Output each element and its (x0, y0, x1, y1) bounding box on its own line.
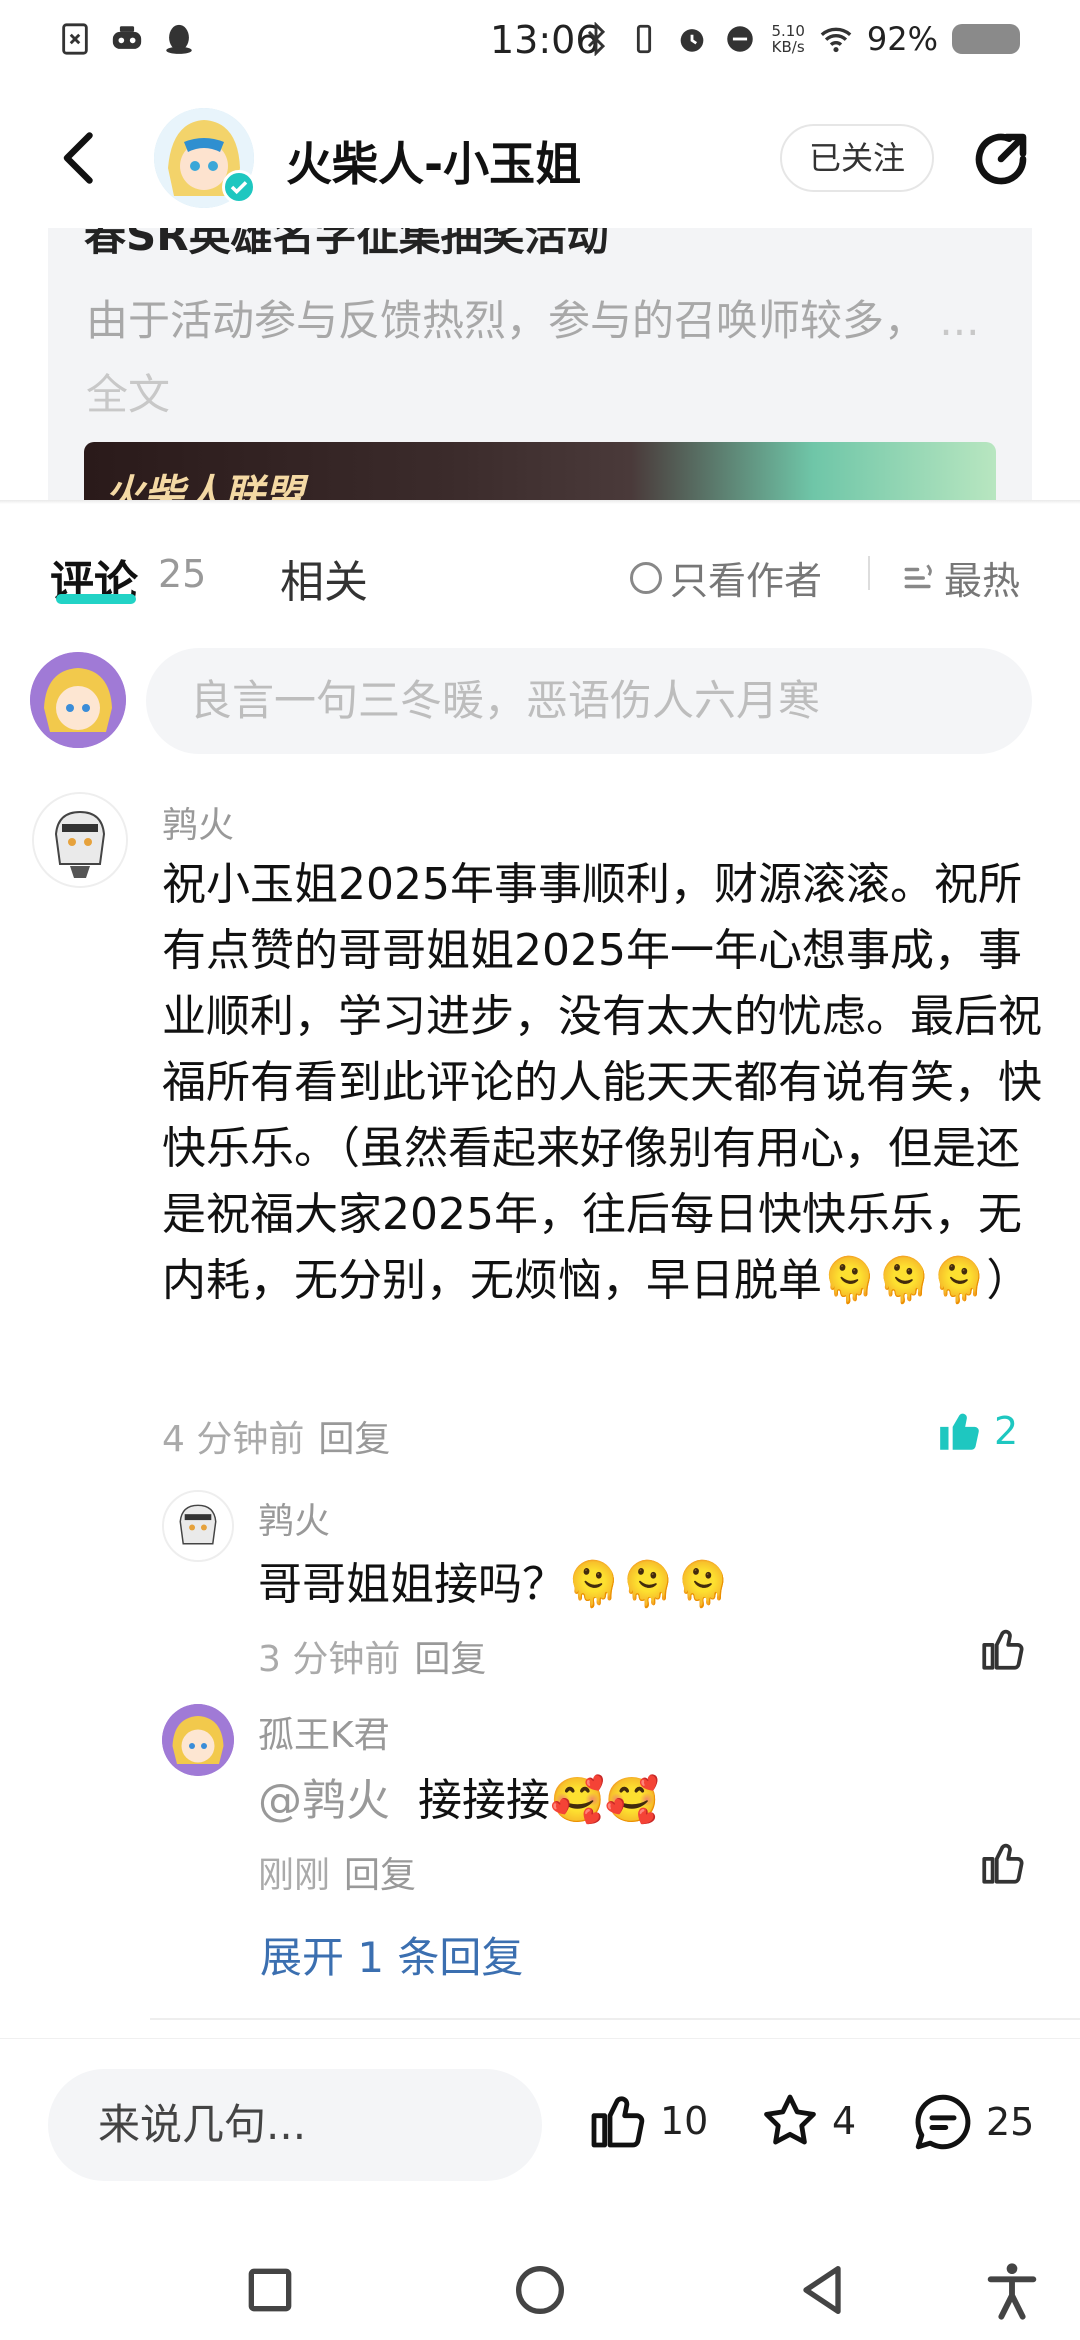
reply-avatar[interactable] (162, 1704, 234, 1776)
accessibility-icon[interactable] (980, 2258, 1044, 2322)
thumbs-up-icon (982, 1629, 1024, 1670)
top-header: 火柴人-小玉姐 已关注 (0, 100, 1080, 220)
penguin-icon (166, 24, 192, 54)
only-author-toggle[interactable]: 只看作者 (630, 550, 822, 605)
share-icon[interactable] (968, 126, 1034, 192)
like-post-button[interactable]: 10 (586, 2089, 708, 2153)
comment-time: 4 分钟前 (162, 1419, 305, 1460)
comment-like-button[interactable]: 2 (936, 1406, 1018, 1456)
sort-hot-label: 最热 (944, 559, 1021, 603)
no-sim-icon (62, 23, 88, 55)
game-controller-icon (112, 26, 142, 49)
favorite-count: 4 (832, 2099, 857, 2143)
comment-like-count: 2 (994, 1409, 1019, 1453)
back-icon[interactable] (52, 128, 112, 188)
reply-meta: 3 分钟前 回复 (258, 1630, 486, 1682)
only-author-label: 只看作者 (670, 559, 823, 603)
sort-icon (904, 563, 932, 588)
post-excerpt-text: 由于活动参与反馈热烈，参与的召唤师较多， (86, 296, 927, 345)
thumbs-up-filled-icon (940, 1413, 979, 1450)
section-divider (0, 500, 1080, 504)
dnd-icon (727, 26, 754, 52)
reply-avatar[interactable] (162, 1490, 234, 1562)
comment-username[interactable]: 鹑火 (162, 796, 234, 848)
expand-replies-link[interactable]: 展开 1 条回复 (260, 1924, 523, 1985)
reply-avatar-illustration (162, 1704, 234, 1776)
radio-icon (630, 561, 662, 594)
reply-text-body: 接接接🥰🥰 (417, 1775, 660, 1826)
post-image[interactable]: 火柴人联盟 (84, 442, 996, 500)
reply-button[interactable]: 回复 (414, 1639, 486, 1680)
comments-button[interactable]: 25 (910, 2089, 1034, 2155)
wifi-icon (820, 27, 852, 53)
post-excerpt: 由于活动参与反馈热烈，参与的召唤师较多， ... 全文 (86, 284, 986, 432)
post-image-logo: 火柴人联盟 (104, 472, 304, 500)
post-title: 春SR英雄名字征集抽奖活动 (84, 228, 609, 260)
reply-avatar-illustration (164, 1492, 232, 1560)
comments-count: 25 (158, 552, 207, 596)
favorite-button[interactable]: 4 (758, 2089, 856, 2153)
thumbs-up-icon (591, 2096, 645, 2148)
status-bar: 13:06 5.10 KB/s 92% (0, 0, 1080, 84)
reply-username[interactable]: 鹑火 (258, 1492, 330, 1544)
reply-username[interactable]: 孤王K君 (258, 1706, 390, 1758)
comment-avatar[interactable] (32, 792, 128, 888)
reply-time: 刚刚 (258, 1855, 331, 1896)
comment-text: 祝小玉姐2025年事事顺利，财源滚滚。祝所有点赞的哥哥姐姐2025年一年心想事成… (162, 859, 1042, 1306)
reply-mention[interactable]: @鹑火 (258, 1775, 390, 1826)
speed-value: 5.10 (771, 22, 805, 40)
reply-text: @鹑火 接接接🥰🥰 (258, 1768, 1018, 1834)
author-name[interactable]: 火柴人-小玉姐 (286, 128, 581, 194)
home-icon[interactable] (508, 2258, 572, 2322)
thumbs-up-icon (982, 1843, 1024, 1884)
reply-button[interactable]: 回复 (344, 1855, 416, 1896)
active-tab-indicator (56, 594, 136, 604)
reply-time: 3 分钟前 (258, 1639, 401, 1680)
follow-button[interactable]: 已关注 (780, 124, 934, 192)
commenter-avatar-illustration (34, 794, 126, 886)
bluetooth-icon (588, 22, 606, 56)
comment-divider (150, 2018, 1080, 2020)
system-nav-bar (0, 2248, 1080, 2340)
comment-meta: 4 分钟前 回复 (162, 1410, 390, 1462)
tab-related[interactable]: 相关 (280, 546, 368, 610)
alarm-icon (681, 29, 704, 52)
battery-icon (952, 24, 1020, 54)
post-like-count: 10 (660, 2099, 709, 2143)
reply-text: 哥哥姐姐接吗？🫠🫠🫠 (258, 1559, 731, 1610)
post-preview-card[interactable]: 春SR英雄名字征集抽奖活动 由于活动参与反馈热烈，参与的召唤师较多， ... 全… (48, 228, 1032, 500)
reply-button[interactable]: 回复 (318, 1419, 390, 1460)
reply-meta: 刚刚 回复 (258, 1846, 416, 1898)
reply-like-button[interactable] (978, 1624, 1028, 1674)
bottom-action-bar: 来说几句... 10 4 25 (0, 2038, 1080, 2248)
reply-like-button[interactable] (978, 1838, 1028, 1888)
comment-icon (915, 2094, 971, 2150)
comment-input[interactable]: 良言一句三冬暖，恶语伤人六月寒 (146, 648, 1032, 754)
say-something-input[interactable]: 来说几句... (48, 2069, 542, 2181)
star-icon (764, 2094, 816, 2145)
recent-apps-icon[interactable] (238, 2258, 302, 2322)
verified-badge-icon (222, 170, 256, 204)
comment-tabs: 评论 25 相关 只看作者 最热 (0, 536, 1080, 616)
sort-hot-button[interactable]: 最热 (902, 550, 1020, 605)
comment-count: 25 (986, 2100, 1035, 2144)
status-right-icons: 5.10 KB/s 92% (579, 20, 1020, 58)
back-nav-icon[interactable] (790, 2258, 854, 2322)
network-speed: 5.10 KB/s (771, 23, 804, 55)
vibrate-icon (637, 24, 652, 54)
status-left-icons (58, 22, 196, 56)
battery-percent: 92% (866, 20, 938, 58)
speed-unit: KB/s (771, 38, 805, 56)
my-avatar (30, 652, 126, 748)
tab-divider (868, 556, 870, 590)
my-avatar-illustration (30, 652, 126, 748)
